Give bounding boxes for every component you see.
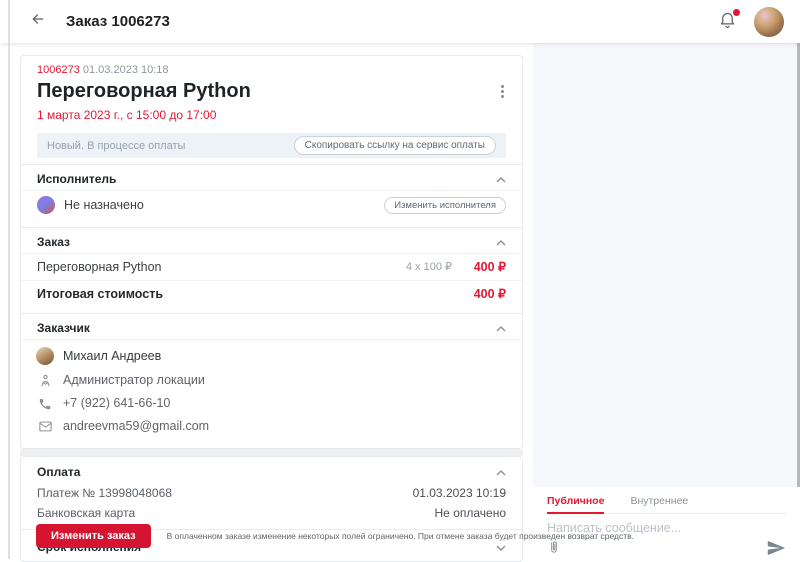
customer-email: andreevma59@gmail.com <box>63 419 209 434</box>
chat-panel: Публичное Внутреннее <box>533 43 800 559</box>
customer-name-row[interactable]: Михаил Андреев <box>21 340 522 369</box>
chat-compose: Публичное Внутреннее <box>533 487 800 559</box>
change-executor-button[interactable]: Изменить исполнителя <box>384 197 506 214</box>
executor-row: Не назначено Изменить исполнителя <box>21 190 522 221</box>
section-title: Заказчик <box>37 321 90 335</box>
tab-public[interactable]: Публичное <box>547 495 604 514</box>
customer-phone: +7 (922) 641-66-10 <box>63 396 170 411</box>
customer-role: Администратор локации <box>63 373 205 388</box>
section-title: Заказ <box>37 235 70 249</box>
payment-row: Платеж № 13998048068 01.03.2023 10:19 <box>21 483 522 503</box>
payment-value: Не оплачено <box>435 506 506 520</box>
status-badge: Новый. В процессе оплаты <box>47 140 185 152</box>
chevron-up-icon <box>496 321 506 335</box>
order-actions: Изменить заказ В оплаченном заказе измен… <box>36 524 634 548</box>
card-separator <box>20 449 523 456</box>
section-title: Оплата <box>37 465 80 479</box>
section-header-payment[interactable]: Оплата <box>21 457 522 483</box>
section-header-customer[interactable]: Заказчик <box>21 313 522 339</box>
user-avatar[interactable] <box>754 7 784 37</box>
send-message-button[interactable] <box>767 540 786 561</box>
item-qty: 4 x 100 ₽ <box>406 259 452 275</box>
notification-badge <box>733 9 740 16</box>
customer-email-row[interactable]: andreevma59@gmail.com <box>21 415 522 438</box>
section-header-order[interactable]: Заказ <box>21 227 522 253</box>
edit-order-button[interactable]: Изменить заказ <box>36 524 151 548</box>
executor-avatar <box>37 196 55 214</box>
back-button[interactable] <box>30 11 46 32</box>
notifications-button[interactable] <box>718 12 738 32</box>
customer-role-row: Администратор локации <box>21 369 522 392</box>
payment-label: Банковская карта <box>37 506 135 520</box>
order-item-row: Переговорная Python 4 x 100 ₽ 400 ₽ <box>21 253 522 280</box>
envelope-icon <box>37 419 53 434</box>
chevron-up-icon <box>496 235 506 249</box>
section-title: Исполнитель <box>37 172 116 186</box>
customer-name: Михаил Андреев <box>63 349 161 364</box>
section-header-executor[interactable]: Исполнитель <box>21 164 522 190</box>
order-panel: 1006273 01.03.2023 10:18 Переговорная Py… <box>20 55 523 562</box>
chat-tabs: Публичное Внутреннее <box>547 487 786 514</box>
order-title: Переговорная Python <box>37 79 251 103</box>
total-label: Итоговая стоимость <box>37 286 163 302</box>
copy-payment-link-button[interactable]: Скопировать ссылку на сервис оплаты <box>294 136 496 155</box>
paper-plane-icon <box>767 540 786 561</box>
kebab-menu-button[interactable] <box>495 79 510 104</box>
topbar: Заказ 1006273 <box>0 0 800 43</box>
order-total-row: Итоговая стоимость 400 ₽ <box>21 280 522 307</box>
order-created-at: 01.03.2023 10:18 <box>83 64 169 76</box>
executor-value: Не назначено <box>64 198 144 212</box>
customer-phone-row[interactable]: +7 (922) 641-66-10 <box>21 392 522 415</box>
payment-label: Платеж № 13998048068 <box>37 486 172 500</box>
order-card: 1006273 01.03.2023 10:18 Переговорная Py… <box>20 55 523 449</box>
edit-order-note: В оплаченном заказе изменение некоторых … <box>167 531 634 541</box>
chevron-up-icon <box>496 172 506 186</box>
chevron-up-icon <box>496 465 506 479</box>
order-schedule: 1 марта 2023 г., с 15:00 до 17:00 <box>21 104 522 123</box>
order-number-link[interactable]: 1006273 <box>37 64 80 76</box>
customer-avatar <box>36 347 54 365</box>
order-meta: 1006273 01.03.2023 10:18 <box>21 56 522 77</box>
person-pin-icon <box>37 373 53 388</box>
total-price: 400 ₽ <box>452 286 506 302</box>
status-bar: Новый. В процессе оплаты Скопировать ссы… <box>37 133 506 158</box>
tab-internal[interactable]: Внутреннее <box>630 495 688 513</box>
payment-value: 01.03.2023 10:19 <box>413 486 506 500</box>
page-title: Заказ 1006273 <box>66 13 170 30</box>
item-price: 400 ₽ <box>452 259 506 275</box>
phone-icon <box>37 397 53 411</box>
arrow-left-icon <box>30 11 46 32</box>
item-name: Переговорная Python <box>37 259 162 275</box>
customer-block: Михаил Андреев Администратор локации +7 … <box>21 339 522 448</box>
window-left-edge <box>8 0 10 559</box>
